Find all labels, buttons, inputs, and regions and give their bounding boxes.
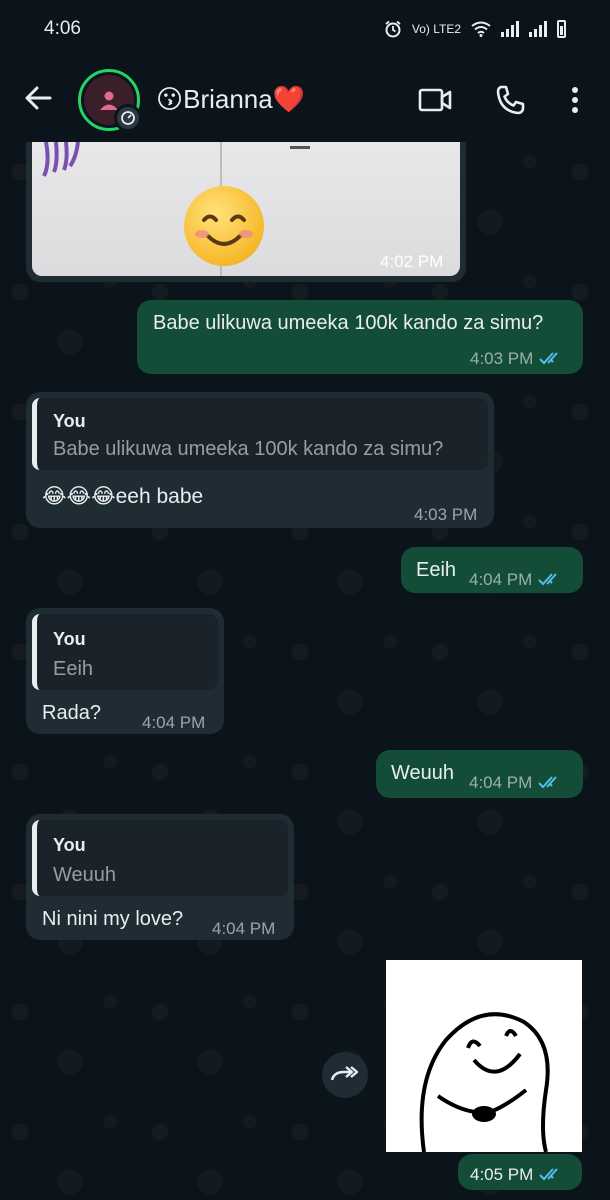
incoming-reply-message[interactable]: You Eeih Rada? 4:04 PM: [26, 608, 224, 734]
blob-character-sticker: [419, 1012, 550, 1153]
message-time: 4:05 PM: [470, 1162, 565, 1188]
status-icons: Vo) LTE2: [384, 20, 566, 38]
message-time: 4:04 PM: [469, 770, 564, 796]
sticker-message[interactable]: [386, 960, 582, 1153]
chat-header: 😗Brianna❤️: [0, 58, 610, 142]
alarm-icon: [385, 20, 401, 38]
quote-author: You: [53, 411, 86, 431]
message-text: Ni nini my love?: [42, 908, 184, 930]
quote-author: You: [53, 629, 86, 649]
photo-thumbnail[interactable]: 4:02 PM: [32, 142, 460, 276]
wifi-icon: [471, 21, 491, 37]
chat-area[interactable]: 4:02 PM Babe ulikuwa umeeka 100k kando z…: [0, 142, 610, 1200]
message-text: Weuuh: [391, 762, 455, 784]
message-time: 4:02 PM: [380, 252, 444, 271]
quoted-message[interactable]: You Babe ulikuwa umeeka 100k kando za si…: [32, 398, 488, 470]
message-text: Eeih: [416, 559, 457, 581]
voice-call-icon[interactable]: [494, 84, 528, 116]
double-check-icon: [538, 573, 558, 586]
message-text: Babe ulikuwa umeeka 100k kando za simu?: [153, 312, 544, 334]
message-time: 4:04 PM: [142, 713, 206, 732]
battery-icon: [557, 20, 566, 38]
message-text: 😂😂😂eeh babe: [42, 485, 204, 508]
signal-icon-2: [529, 21, 547, 37]
signal-icon: [501, 21, 519, 37]
sticker-time-pill: 4:05 PM: [458, 1154, 582, 1190]
video-call-icon[interactable]: [418, 84, 452, 116]
photo-mark: [290, 146, 310, 149]
network-label: Vo) LTE2: [411, 22, 461, 36]
message-time: 4:03 PM: [470, 346, 565, 372]
smiley-emoji-icon: [184, 186, 264, 266]
double-check-icon: [539, 1168, 559, 1181]
status-bar: 4:06 Vo) LTE2: [0, 0, 610, 58]
contact-name[interactable]: 😗Brianna❤️: [156, 84, 305, 115]
message-time: 4:04 PM: [212, 919, 276, 938]
quoted-message[interactable]: You Eeih: [32, 614, 218, 690]
outgoing-message[interactable]: Eeih 4:04 PM: [401, 547, 583, 593]
image-message[interactable]: 4:02 PM: [26, 142, 466, 282]
message-time: 4:03 PM: [414, 505, 478, 524]
message-text: Rada?: [42, 702, 101, 724]
status-timer-icon: [114, 104, 142, 132]
double-check-icon: [538, 776, 558, 789]
status-time: 4:06: [44, 18, 81, 39]
forward-icon: [330, 1066, 359, 1081]
double-check-icon: [539, 352, 559, 365]
forward-button[interactable]: [322, 1052, 368, 1098]
more-options-icon[interactable]: [558, 84, 592, 116]
quote-text: Babe ulikuwa umeeka 100k kando za simu?: [53, 438, 444, 460]
incoming-reply-message[interactable]: You Weuuh Ni nini my love? 4:04 PM: [26, 814, 294, 940]
back-arrow-icon[interactable]: [22, 82, 54, 114]
photo-scribble-icon: [42, 142, 80, 177]
quote-text: Weuuh: [53, 864, 117, 886]
quoted-message[interactable]: You Weuuh: [32, 820, 288, 896]
outgoing-message[interactable]: Babe ulikuwa umeeka 100k kando za simu? …: [137, 300, 583, 374]
outgoing-message[interactable]: Weuuh 4:04 PM: [376, 750, 583, 798]
message-time: 4:04 PM: [469, 567, 564, 593]
incoming-reply-message[interactable]: You Babe ulikuwa umeeka 100k kando za si…: [26, 392, 494, 528]
quote-text: Eeih: [53, 658, 94, 680]
quote-author: You: [53, 835, 86, 855]
